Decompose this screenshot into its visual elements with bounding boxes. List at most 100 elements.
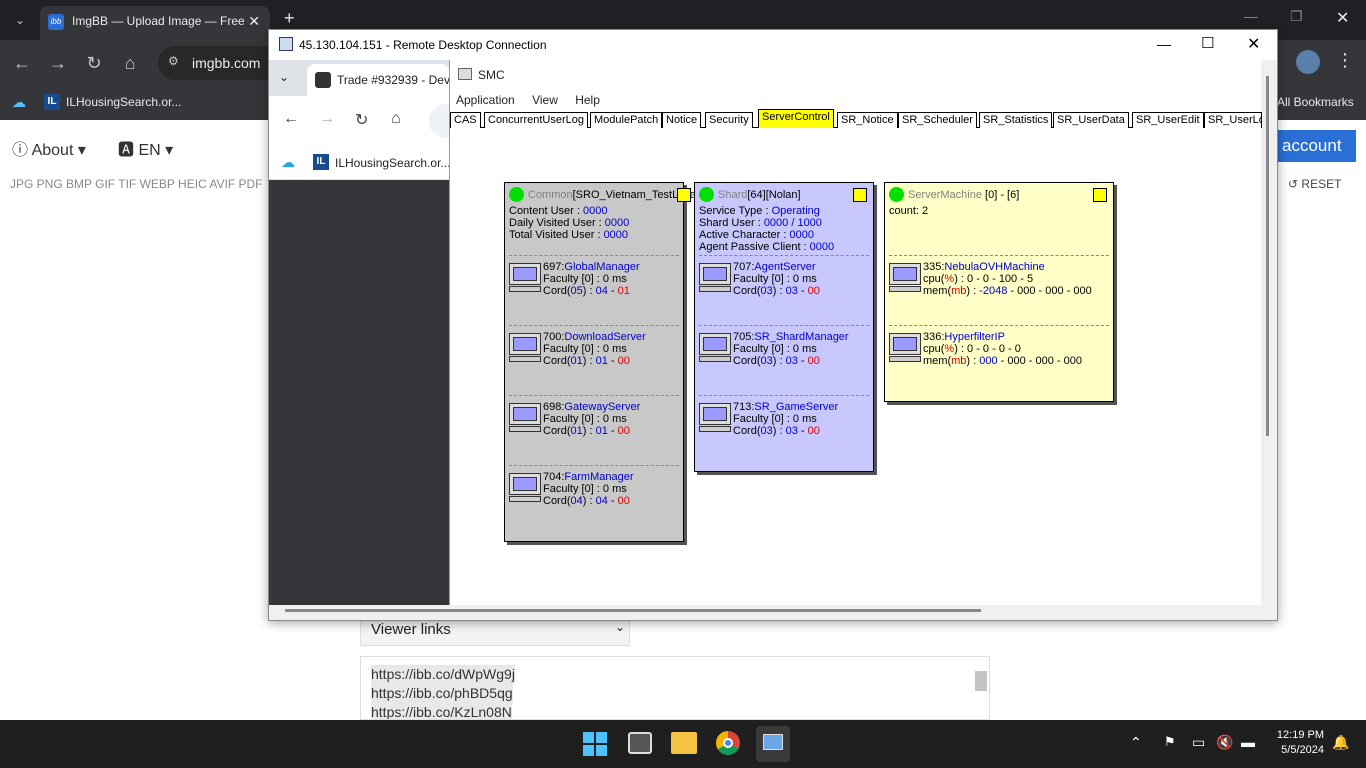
remote-home-icon[interactable]: ⌂ bbox=[391, 110, 401, 128]
notification-bell-icon[interactable]: 🔔 bbox=[1332, 734, 1349, 751]
remote-back-icon[interactable]: ← bbox=[283, 110, 299, 128]
machine-id: 336: bbox=[923, 331, 945, 343]
tab-close-icon[interactable]: ✕ bbox=[248, 13, 260, 30]
cord-c: 00 bbox=[617, 355, 630, 367]
menu-dots-icon[interactable]: ⋮ bbox=[1336, 50, 1354, 71]
cord-a: 03 bbox=[760, 425, 773, 437]
chrome-icon[interactable] bbox=[716, 731, 740, 755]
rdp-minimize-icon[interactable]: — bbox=[1157, 36, 1171, 52]
remote-desktop-taskbar-icon[interactable] bbox=[756, 726, 790, 762]
menu-application[interactable]: Application bbox=[456, 93, 515, 107]
tab-sr-scheduler[interactable]: SR_Scheduler bbox=[898, 112, 977, 128]
server-row[interactable]: 697:GlobalManager Faculty [0] : 0 ms Cord(… bbox=[543, 261, 640, 297]
remote-tab-trade[interactable]: Trade #932939 - Dev bbox=[307, 64, 449, 96]
menu-view[interactable]: View bbox=[532, 93, 558, 107]
rdp-title-bar: 45.130.104.151 - Remote Desktop Connecti… bbox=[269, 30, 1277, 60]
machine-row[interactable]: 335:NebulaOVHMachine cpu(%) : 0 - 0 - 100… bbox=[923, 261, 1092, 297]
server-row[interactable]: 707:AgentServer Faculty [0] : 0 ms Cord(03… bbox=[733, 261, 820, 297]
row-divider bbox=[699, 395, 869, 396]
tab-module-patch[interactable]: ModulePatch bbox=[590, 112, 663, 128]
remote-address-bar[interactable] bbox=[429, 104, 449, 138]
about-menu[interactable]: ⓘ About ▾ bbox=[12, 136, 86, 160]
all-bookmarks[interactable]: All Bookmarks bbox=[1277, 95, 1354, 109]
tab-sr-user-log[interactable]: SR_UserLo bbox=[1204, 112, 1262, 128]
close-window-icon[interactable]: ✕ bbox=[1336, 8, 1349, 28]
tab-concurrent-user-log[interactable]: ConcurrentUserLog bbox=[484, 112, 588, 128]
rdp-horizontal-scrollbar[interactable] bbox=[285, 609, 981, 612]
remote-bookmark-ilhousing[interactable]: ILHousingSearch.or... bbox=[335, 156, 450, 170]
machine-mem: mem(mb) : 000 - 000 - 000 - 000 bbox=[923, 355, 1082, 367]
common-panel-title: Common[SRO_Vietnam_TestLocal] bbox=[528, 189, 701, 201]
tab-server-control[interactable]: ServerControl bbox=[758, 109, 834, 128]
language-menu[interactable]: 🅰 EN ▾ bbox=[118, 136, 173, 160]
tab-search-icon[interactable]: ⌄ bbox=[6, 6, 34, 34]
stat-label: Daily Visited User : bbox=[509, 217, 605, 229]
link-line: https://ibb.co/phBD5qg bbox=[371, 684, 513, 703]
create-account-button[interactable]: account bbox=[1278, 130, 1356, 162]
display-tray-icon[interactable]: ▭ bbox=[1192, 734, 1205, 751]
server-machine-panel[interactable]: ServerMachine [0] - [6] count: 2 335:Neb… bbox=[884, 182, 1114, 402]
panel-corner-marker[interactable] bbox=[1093, 188, 1107, 202]
profile-avatar[interactable] bbox=[1296, 50, 1320, 74]
tab-cas[interactable]: CAS bbox=[450, 112, 481, 128]
panel-corner-marker[interactable] bbox=[677, 188, 691, 202]
remote-forward-icon[interactable]: → bbox=[319, 110, 335, 128]
cord-a: 05 bbox=[570, 285, 583, 297]
panel-corner-marker[interactable] bbox=[853, 188, 867, 202]
server-monitor-icon bbox=[509, 263, 541, 293]
address-bar[interactable]: ⚙ imgbb.com bbox=[158, 46, 268, 80]
shard-panel-title: Shard[64][Nolan] bbox=[718, 189, 801, 201]
back-icon[interactable]: ← bbox=[8, 49, 36, 77]
smc-title: SMC bbox=[478, 68, 505, 82]
server-row[interactable]: 713:SR_GameServer Faculty [0] : 0 ms Cord(… bbox=[733, 401, 838, 437]
textarea-scrollbar[interactable] bbox=[975, 671, 987, 691]
bookmark-ilhousing[interactable]: ILHousingSearch.or... bbox=[66, 95, 181, 109]
restore-icon[interactable]: ❐ bbox=[1290, 8, 1303, 25]
battery-icon[interactable]: ▬ bbox=[1241, 734, 1255, 750]
clock[interactable]: 12:19 PM 5/5/2024 bbox=[1274, 728, 1324, 758]
tab-security[interactable]: Security bbox=[705, 112, 753, 128]
forward-icon[interactable]: → bbox=[44, 49, 72, 77]
start-icon[interactable] bbox=[583, 732, 607, 756]
machine-row[interactable]: 336:HyperfilterIP cpu(%) : 0 - 0 - 0 - 0m… bbox=[923, 331, 1082, 367]
common-panel[interactable]: Common[SRO_Vietnam_TestLocal] Content Us… bbox=[504, 182, 701, 542]
tab-notice[interactable]: Notice bbox=[662, 112, 702, 128]
menu-help[interactable]: Help bbox=[575, 93, 600, 107]
server-row[interactable]: 700:DownloadServer Faculty [0] : 0 ms Cord… bbox=[543, 331, 646, 367]
rdp-close-icon[interactable]: ✕ bbox=[1247, 34, 1260, 54]
machine-panel-title: ServerMachine [0] - [6] bbox=[908, 189, 1019, 201]
tab-sr-statistics[interactable]: SR_Statistics bbox=[979, 112, 1053, 128]
server-row[interactable]: 705:SR_ShardManager Faculty [0] : 0 ms Cor… bbox=[733, 331, 849, 367]
cord-c: 00 bbox=[617, 425, 630, 437]
remote-tab-search-icon[interactable]: ⌄ bbox=[279, 70, 289, 84]
server-monitor-icon bbox=[699, 333, 731, 363]
browser-tab-imgbb[interactable]: ibb ImgBB — Upload Image — Free ✕ bbox=[40, 6, 270, 40]
server-row[interactable]: 698:GatewayServer Faculty [0] : 0 ms Cord(… bbox=[543, 401, 640, 437]
minimize-icon[interactable]: — bbox=[1244, 8, 1258, 24]
imgbb-favicon-icon: ibb bbox=[48, 14, 64, 30]
volume-muted-icon[interactable]: 🔇 bbox=[1216, 734, 1233, 751]
new-tab-icon[interactable]: + bbox=[284, 8, 295, 29]
remote-reload-icon[interactable]: ↻ bbox=[355, 110, 368, 130]
server-faculty: Faculty [0] : 0 ms bbox=[543, 483, 627, 495]
rdp-vertical-scrollbar[interactable] bbox=[1266, 76, 1269, 436]
reset-button[interactable]: ↺ RESET bbox=[1288, 177, 1341, 191]
stat-value: 0000 / 1000 bbox=[763, 217, 822, 229]
rdp-maximize-icon[interactable]: ☐ bbox=[1201, 34, 1214, 52]
home-icon[interactable]: ⌂ bbox=[116, 49, 144, 77]
cpu-values: : 0 - 0 - 0 - 0 bbox=[957, 343, 1021, 355]
embed-codes-textarea[interactable]: https://ibb.co/dWpWg9j https://ibb.co/ph… bbox=[360, 656, 990, 720]
site-info-icon[interactable]: ⚙ bbox=[168, 54, 179, 68]
tab-sr-user-data[interactable]: SR_UserData bbox=[1053, 112, 1129, 128]
file-explorer-icon[interactable] bbox=[671, 732, 697, 754]
tab-sr-notice[interactable]: SR_Notice bbox=[837, 112, 898, 128]
show-hidden-icons[interactable]: ⌃ bbox=[1130, 734, 1142, 751]
server-row[interactable]: 704:FarmManager Faculty [0] : 0 ms Cord(04… bbox=[543, 471, 634, 507]
tab-sr-user-edit[interactable]: SR_UserEdit bbox=[1132, 112, 1204, 128]
security-tray-icon[interactable]: ⚑ bbox=[1164, 734, 1176, 750]
server-monitor-icon bbox=[509, 333, 541, 363]
shard-panel[interactable]: Shard[64][Nolan] Service Type : Operatin… bbox=[694, 182, 874, 472]
status-led bbox=[509, 187, 524, 202]
reload-icon[interactable]: ↻ bbox=[80, 49, 108, 77]
task-view-icon[interactable] bbox=[628, 732, 652, 754]
